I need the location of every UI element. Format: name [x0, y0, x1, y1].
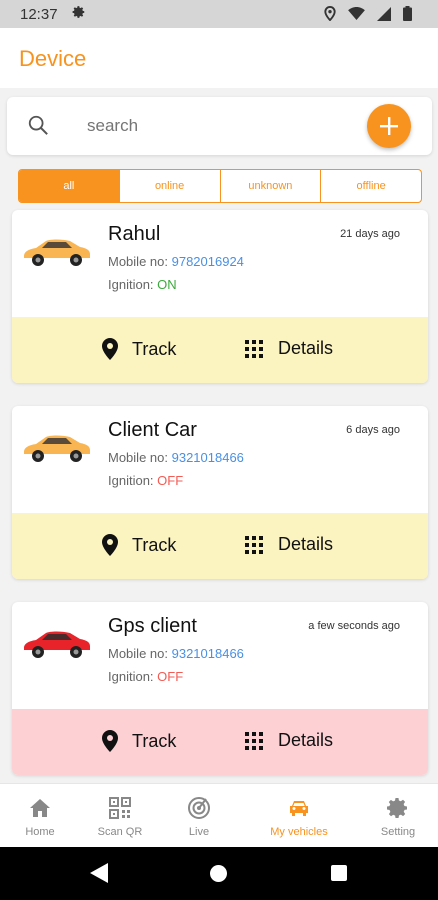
- filter-tab-unknown[interactable]: unknown: [219, 170, 321, 202]
- nav-label: My vehicles: [270, 826, 328, 838]
- details-button[interactable]: Details: [244, 338, 333, 359]
- mobile-number[interactable]: 9321018466: [172, 450, 244, 465]
- nav-item-scan-qr[interactable]: Scan QR: [76, 796, 164, 838]
- details-button[interactable]: Details: [244, 534, 333, 555]
- qr-icon: [109, 797, 131, 819]
- device-name: Rahul: [108, 223, 161, 245]
- device-card[interactable]: Client Car 6 days ago Mobile no: 9321018…: [12, 406, 428, 579]
- details-button[interactable]: Details: [244, 730, 333, 751]
- mobile-label: Mobile no:: [108, 254, 168, 269]
- track-label: Track: [132, 730, 177, 751]
- search-input[interactable]: [85, 115, 349, 137]
- nav-label: Home: [25, 826, 55, 838]
- ignition-row: Ignition: OFF: [108, 473, 183, 488]
- back-icon[interactable]: [90, 863, 108, 883]
- track-button[interactable]: Track: [102, 338, 176, 360]
- nav-item-my-vehicles[interactable]: My vehicles: [255, 796, 343, 838]
- track-label: Track: [132, 338, 177, 359]
- bottom-nav: Home Scan QR Live My vehicles Setting: [0, 783, 438, 848]
- map-pin-icon: [102, 338, 118, 360]
- card-actions: Track Details: [12, 513, 428, 579]
- mobile-row: Mobile no: 9782016924: [108, 254, 244, 269]
- grid-icon: [245, 535, 263, 554]
- car-icon: [290, 801, 308, 816]
- app-bar: Device: [0, 28, 438, 88]
- search-icon[interactable]: [27, 114, 49, 136]
- grid-icon: [245, 731, 263, 750]
- track-label: Track: [132, 534, 177, 555]
- nav-label: Setting: [380, 826, 416, 838]
- filter-tabs: all online unknown offline: [18, 169, 422, 203]
- car-icon: [24, 435, 90, 462]
- status-time: 12:37: [20, 6, 58, 23]
- device-card[interactable]: Gps client a few seconds ago Mobile no: …: [12, 602, 428, 775]
- battery-status-icon: [403, 6, 412, 21]
- device-name: Client Car: [108, 419, 197, 441]
- gear-icon: [387, 798, 407, 818]
- mobile-label: Mobile no:: [108, 646, 168, 661]
- car-icon: [24, 631, 90, 658]
- home-button[interactable]: [210, 865, 227, 882]
- mobile-label: Mobile no:: [108, 450, 168, 465]
- map-pin-icon: [102, 730, 118, 752]
- wifi-status-icon: [348, 7, 365, 20]
- device-name: Gps client: [108, 615, 197, 637]
- details-label: Details: [278, 534, 334, 554]
- nav-label: Scan QR: [97, 826, 143, 838]
- plus-icon: [380, 117, 398, 135]
- nav-item-home[interactable]: Home: [0, 796, 84, 838]
- map-pin-icon: [102, 534, 118, 556]
- card-actions: Track Details: [12, 709, 428, 775]
- ignition-row: Ignition: OFF: [108, 669, 183, 684]
- track-button[interactable]: Track: [102, 534, 176, 556]
- last-seen: 21 days ago: [340, 228, 400, 240]
- details-label: Details: [278, 338, 334, 358]
- ignition-status: ON: [157, 277, 177, 292]
- page-title: Device: [19, 46, 87, 71]
- radar-icon: [188, 797, 210, 819]
- system-nav-bar: [0, 847, 438, 900]
- signal-status-icon: [377, 6, 391, 21]
- ignition-status: OFF: [157, 473, 184, 488]
- status-bar: 12:37: [0, 0, 438, 28]
- mobile-number[interactable]: 9782016924: [172, 254, 244, 269]
- ignition-label: Ignition:: [108, 277, 154, 292]
- home-icon: [30, 799, 50, 817]
- mobile-row: Mobile no: 9321018466: [108, 450, 244, 465]
- last-seen: a few seconds ago: [308, 620, 400, 632]
- ignition-row: Ignition: ON: [108, 277, 177, 292]
- filter-tab-online[interactable]: online: [118, 170, 220, 202]
- mobile-row: Mobile no: 9321018466: [108, 646, 244, 661]
- mobile-number[interactable]: 9321018466: [172, 646, 244, 661]
- nav-item-setting[interactable]: Setting: [354, 796, 438, 838]
- ignition-label: Ignition:: [108, 473, 154, 488]
- card-actions: Track Details: [12, 317, 428, 383]
- location-status-icon: [324, 6, 336, 21]
- filter-tab-offline[interactable]: offline: [320, 170, 421, 202]
- car-icon: [24, 239, 90, 266]
- search-bar: [7, 97, 432, 155]
- ignition-label: Ignition:: [108, 669, 154, 684]
- nav-label: Live: [188, 826, 210, 838]
- device-card[interactable]: Rahul 21 days ago Mobile no: 9782016924 …: [12, 210, 428, 383]
- recent-apps-button[interactable]: [331, 865, 347, 881]
- details-label: Details: [278, 730, 334, 750]
- settings-status-icon: [72, 6, 85, 18]
- last-seen: 6 days ago: [346, 424, 400, 436]
- track-button[interactable]: Track: [102, 730, 176, 752]
- filter-tab-all[interactable]: all: [19, 170, 119, 202]
- ignition-status: OFF: [157, 669, 184, 684]
- nav-item-live[interactable]: Live: [155, 796, 243, 838]
- add-device-button[interactable]: [367, 104, 411, 148]
- grid-icon: [245, 339, 263, 358]
